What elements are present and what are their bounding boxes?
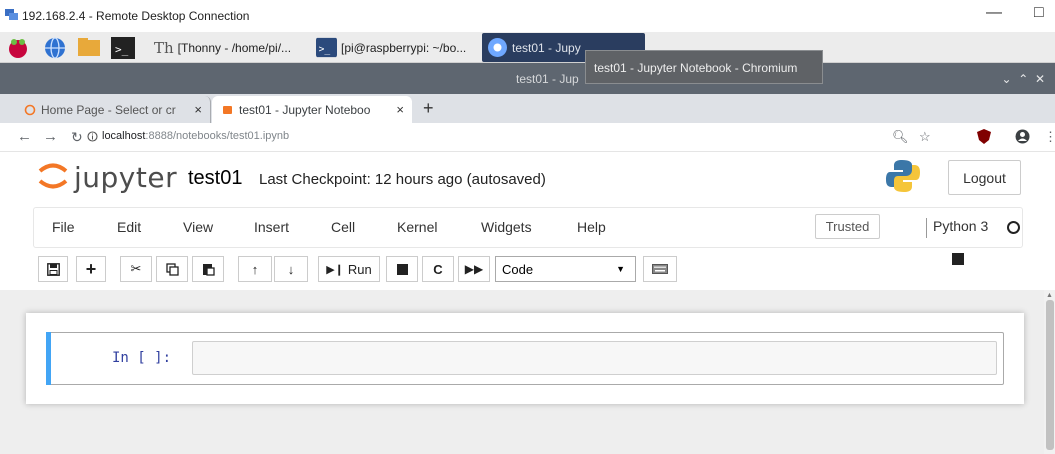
fast-forward-icon: ▶▶ — [464, 262, 484, 276]
jupyter-wordmark[interactable]: jupyter — [74, 161, 177, 194]
cell-type-select[interactable]: Code ▼ — [495, 256, 636, 282]
menu-insert[interactable]: Insert — [254, 219, 289, 235]
menu-edit[interactable]: Edit — [117, 219, 141, 235]
close-tab-icon[interactable]: × — [396, 102, 404, 117]
reload-icon[interactable]: ↻ — [71, 129, 83, 146]
jupyter-favicon-icon — [223, 105, 232, 114]
svg-text:>_: >_ — [115, 43, 129, 56]
svg-text:>_: >_ — [319, 44, 331, 55]
extension-icon[interactable] — [952, 253, 964, 265]
arrow-up-icon: ↑ — [251, 261, 259, 277]
rdp-title-bar: 192.168.2.4 - Remote Desktop Connection … — [0, 0, 1055, 32]
menu-kebab-icon[interactable]: ⋮ — [1044, 129, 1055, 145]
forward-icon[interactable]: → — [43, 128, 58, 145]
taskbar-thonny-label: [Thonny - /home/pi/... — [177, 40, 292, 55]
raspberry-menu-icon[interactable] — [7, 37, 29, 59]
scrollbar-thumb[interactable] — [1046, 300, 1054, 450]
input-prompt: In [ ]: — [112, 350, 172, 366]
trusted-indicator[interactable]: Trusted — [815, 214, 880, 239]
file-manager-icon[interactable] — [78, 38, 102, 58]
plus-icon: + — [85, 258, 97, 279]
loading-icon — [24, 104, 36, 115]
cut-button[interactable]: ✂︎ — [120, 256, 152, 282]
restart-icon: C — [433, 261, 443, 277]
copy-button[interactable] — [156, 256, 188, 282]
tab-home-page[interactable]: Home Page - Select or cr × — [14, 96, 211, 123]
info-icon[interactable] — [87, 131, 98, 142]
zoom-icon[interactable]: 🔍︎ — [892, 129, 909, 145]
remote-desktop-icon — [5, 9, 18, 20]
taskbar-chromium-label: test01 - Jupy — [512, 40, 581, 55]
terminal-icon[interactable]: >_ — [111, 37, 135, 59]
run-label: Run — [347, 261, 372, 277]
restart-button[interactable]: C — [422, 256, 454, 282]
paste-icon — [202, 263, 215, 276]
window-controls[interactable]: ⌄ ⌃ ✕ — [1002, 72, 1046, 86]
notebook-name[interactable]: test01 — [188, 167, 242, 190]
close-tab-icon[interactable]: × — [194, 102, 202, 117]
maximize-button[interactable]: □ — [1034, 4, 1044, 22]
url-path: :8888/notebooks/test01.ipynb — [145, 130, 290, 142]
scroll-up-icon[interactable]: ▲ — [1046, 292, 1053, 299]
cell-type-value: Code — [502, 261, 534, 277]
checkpoint-status: Last Checkpoint: 12 hours ago (autosaved… — [259, 171, 546, 188]
logout-button[interactable]: Logout — [948, 160, 1021, 195]
taskbar-thonny[interactable]: Th [Thonny - /home/pi/... — [154, 36, 291, 59]
thonny-icon: Th — [154, 38, 174, 57]
window-tooltip: test01 - Jupyter Notebook - Chromium — [585, 50, 823, 84]
menu-widgets[interactable]: Widgets — [481, 219, 532, 235]
keyboard-icon — [652, 264, 668, 274]
insert-cell-button[interactable]: + — [76, 256, 106, 282]
menu-kernel[interactable]: Kernel — [397, 219, 437, 235]
menu-view[interactable]: View — [183, 219, 213, 235]
code-input-area[interactable] — [192, 341, 997, 375]
bookmark-star-icon[interactable]: ☆ — [919, 129, 931, 145]
save-button[interactable] — [38, 256, 68, 282]
pi-taskbar: >_ Th [Thonny - /home/pi/... >_ [pi@rasp… — [0, 32, 1055, 63]
jupyter-logo-icon[interactable] — [36, 158, 70, 192]
python-logo-icon — [886, 160, 920, 192]
step-forward-icon: ▶❙ — [326, 263, 344, 276]
window-title: test01 - Jup — [516, 72, 579, 86]
kernel-idle-indicator — [1007, 221, 1020, 234]
rdp-title: 192.168.2.4 - Remote Desktop Connection — [22, 9, 250, 23]
restart-run-all-button[interactable]: ▶▶ — [458, 256, 490, 282]
menu-file[interactable]: File — [52, 219, 75, 235]
taskbar-terminal[interactable]: >_ [pi@raspberrypi: ~/bo... — [316, 36, 466, 59]
selected-cell-indicator — [46, 332, 51, 385]
copy-icon — [165, 262, 179, 276]
taskbar-terminal-label: [pi@raspberrypi: ~/bo... — [341, 40, 467, 55]
tab-label: test01 - Jupyter Noteboo — [239, 102, 371, 117]
minimize-button[interactable]: — — [986, 4, 1002, 22]
command-palette-button[interactable] — [643, 256, 677, 282]
interrupt-button[interactable] — [386, 256, 418, 282]
arrow-down-icon: ↓ — [287, 261, 295, 277]
menu-help[interactable]: Help — [577, 219, 606, 235]
menu-cell[interactable]: Cell — [331, 219, 355, 235]
url-host: localhost — [102, 130, 146, 142]
address-bar[interactable]: localhost:8888/notebooks/test01.ipynb — [102, 130, 289, 142]
scissors-icon: ✂︎ — [130, 261, 142, 276]
toolbar-omnibox-row: ← → ↻ localhost:8888/notebooks/test01.ip… — [0, 123, 1055, 265]
new-tab-button[interactable]: + — [423, 98, 434, 119]
tab-label: Home Page - Select or cr — [41, 102, 176, 117]
ublock-shield-icon[interactable] — [977, 129, 991, 144]
save-icon — [46, 262, 60, 276]
move-down-button[interactable]: ↓ — [274, 256, 308, 282]
stop-icon — [396, 263, 408, 275]
tab-test01[interactable]: test01 - Jupyter Noteboo × — [212, 96, 412, 123]
back-icon[interactable]: ← — [17, 128, 32, 145]
tab-strip: Home Page - Select or cr × test01 - Jupy… — [0, 94, 1055, 123]
browser-globe-icon[interactable] — [44, 37, 66, 59]
profile-avatar-icon[interactable] — [1015, 129, 1030, 144]
chromium-icon — [488, 38, 507, 57]
move-up-button[interactable]: ↑ — [238, 256, 272, 282]
chromium-title-bar: test01 - Jup ⌄ ⌃ ✕ — [0, 63, 1055, 94]
chevron-down-icon: ▼ — [616, 264, 625, 274]
terminal-icon: >_ — [316, 37, 337, 58]
kernel-name[interactable]: Python 3 — [926, 218, 988, 238]
paste-button[interactable] — [192, 256, 224, 282]
run-button[interactable]: ▶❙ Run — [318, 256, 380, 282]
